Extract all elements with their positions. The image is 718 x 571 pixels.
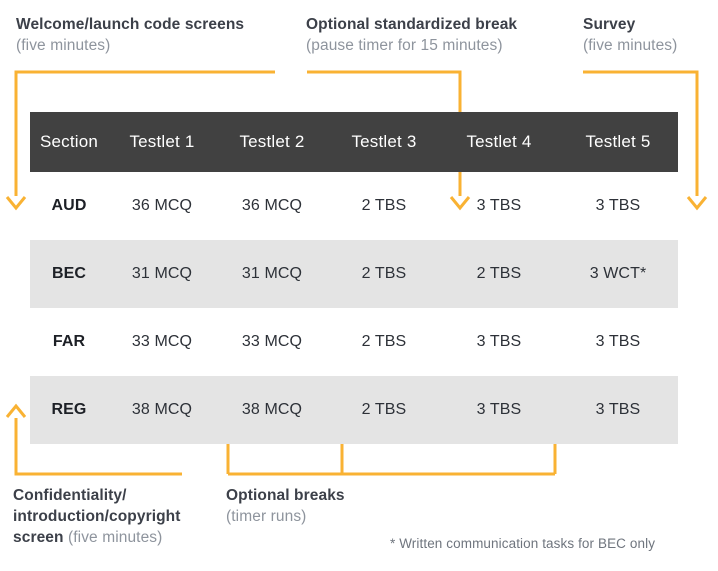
cell-testlet-2: 33 MCQ: [241, 333, 303, 350]
testlet-schedule-diagram: Welcome/launch code screens (five minute…: [0, 0, 718, 571]
arrowhead-confidentiality-icon: [5, 403, 27, 418]
callout-welcome-line2: (five minutes): [16, 37, 111, 54]
column-header-testlet-1: Testlet 1: [108, 112, 216, 172]
table-row: REG 38 MCQ 38 MCQ 2 TBS 3 TBS 3 TBS: [30, 376, 678, 444]
callout-optional-breaks-line2: (timer runs): [226, 508, 307, 525]
cell-testlet-3: 2 TBS: [328, 240, 440, 308]
cell-testlet-2: 38 MCQ: [216, 376, 328, 444]
cell-testlet-4: 3 TBS: [476, 333, 522, 350]
cell-testlet-1: 38 MCQ: [108, 376, 216, 444]
column-header-section: Section: [30, 112, 108, 172]
callout-optional-breaks-line1: Optional breaks: [226, 487, 345, 504]
callout-survey-line1: Survey: [583, 16, 636, 33]
cell-testlet-4: 3 TBS: [440, 376, 558, 444]
column-header-testlet-5: Testlet 5: [558, 112, 678, 172]
cell-testlet-3: 2 TBS: [361, 197, 407, 214]
cell-section: BEC: [30, 240, 108, 308]
testlet-table: Section Testlet 1 Testlet 2 Testlet 3 Te…: [30, 112, 678, 444]
callout-confidentiality-line1: Confidentiality/: [13, 487, 127, 504]
column-header-testlet-4: Testlet 4: [440, 112, 558, 172]
cell-testlet-4: 2 TBS: [440, 240, 558, 308]
cell-section: REG: [30, 376, 108, 444]
column-header-testlet-3: Testlet 3: [328, 112, 440, 172]
table-row: BEC 31 MCQ 31 MCQ 2 TBS 2 TBS 3 WCT*: [30, 240, 678, 308]
cell-section: FAR: [52, 333, 86, 350]
column-header-testlet-2: Testlet 2: [216, 112, 328, 172]
cell-testlet-1: 31 MCQ: [108, 240, 216, 308]
callout-survey: Survey (five minutes): [583, 14, 713, 56]
cell-testlet-5: 3 TBS: [558, 376, 678, 444]
table-row: AUD 36 MCQ 36 MCQ 2 TBS 3 TBS 3 TBS: [30, 172, 678, 240]
cell-section: AUD: [51, 197, 87, 214]
cell-testlet-2: 36 MCQ: [241, 197, 303, 214]
table-header-row: Section Testlet 1 Testlet 2 Testlet 3 Te…: [30, 112, 678, 172]
callout-confidentiality-line2: introduction/copyright: [13, 508, 181, 525]
callout-confidentiality-line3-strong: screen: [13, 529, 64, 546]
callout-survey-line2: (five minutes): [583, 37, 678, 54]
footnote-wct: * Written communication tasks for BEC on…: [390, 536, 656, 551]
callout-standardized-break: Optional standardized break (pause timer…: [306, 14, 571, 56]
cell-testlet-5: 3 TBS: [595, 333, 641, 350]
cell-testlet-3: 2 TBS: [361, 333, 407, 350]
callout-welcome-line1: Welcome/launch code screens: [16, 16, 245, 33]
arrowhead-welcome-icon: [5, 196, 27, 211]
callout-standardized-break-line2: (pause timer for 15 minutes): [306, 37, 503, 54]
cell-testlet-1: 33 MCQ: [131, 333, 193, 350]
cell-testlet-1: 36 MCQ: [131, 197, 193, 214]
table-row: FAR 33 MCQ 33 MCQ 2 TBS 3 TBS 3 TBS: [30, 308, 678, 376]
cell-testlet-4: 3 TBS: [476, 197, 522, 214]
cell-testlet-3: 2 TBS: [328, 376, 440, 444]
cell-testlet-5: 3 TBS: [595, 197, 641, 214]
callout-confidentiality: Confidentiality/ introduction/copyright …: [13, 485, 223, 548]
callout-optional-breaks: Optional breaks (timer runs): [226, 485, 426, 527]
callout-welcome: Welcome/launch code screens (five minute…: [16, 14, 296, 56]
callout-confidentiality-line3: screen (five minutes): [13, 527, 223, 548]
arrowhead-survey-icon: [686, 196, 708, 211]
cell-testlet-5: 3 WCT*: [558, 240, 678, 308]
cell-testlet-2: 31 MCQ: [216, 240, 328, 308]
callout-confidentiality-line3-muted: (five minutes): [63, 529, 163, 546]
callout-standardized-break-line1: Optional standardized break: [306, 16, 518, 33]
